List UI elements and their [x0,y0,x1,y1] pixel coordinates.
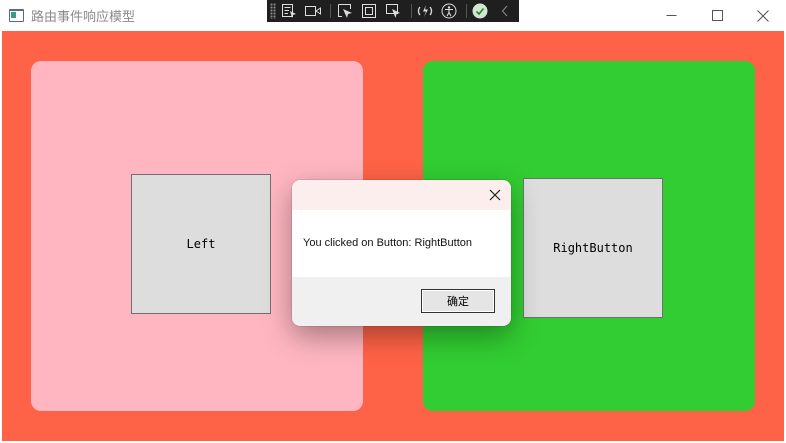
toolbar-grip[interactable] [270,3,276,19]
right-button-label: RightButton [553,241,633,255]
right-button[interactable]: RightButton [523,178,663,318]
select-pointer-button[interactable] [334,0,354,22]
left-button-label: Left [186,237,216,251]
dialog-close-button[interactable] [487,187,503,203]
debug-toolbar [267,0,519,22]
accessibility-button[interactable] [439,0,459,22]
select-element-button[interactable] [279,0,299,22]
toolbar-separator [330,4,332,18]
hot-reload-button[interactable] [414,0,434,22]
toolbar-separator [410,4,412,18]
window-title: 路由事件响应模型 [31,10,136,25]
status-check-button[interactable] [470,0,490,22]
collapse-chevron-icon [501,5,508,17]
track-focus-icon [386,4,401,18]
toolbar-separator [466,4,468,18]
minimize-button[interactable] [648,0,694,31]
dialog-body: You clicked on Button: RightButton [292,210,511,277]
title-bar: 路由事件响应模型 [0,0,786,31]
accessibility-icon [441,3,457,19]
select-pointer-icon [337,4,352,18]
ok-button[interactable]: 确定 [421,289,495,313]
ok-button-label: 确定 [447,295,469,308]
left-button[interactable]: Left [131,174,271,314]
message-box-dialog: You clicked on Button: RightButton 确定 [292,180,511,326]
minimize-icon [666,15,676,16]
close-icon [489,189,501,201]
record-button[interactable] [303,0,323,22]
hot-reload-icon [417,5,432,17]
select-element-icon [281,4,296,18]
dialog-title-bar [292,180,511,210]
close-button[interactable] [740,0,786,31]
app-window: 路由事件响应模型 Left RightButton You clicked on… [0,0,786,443]
maximize-button[interactable] [694,0,740,31]
dialog-message: You clicked on Button: RightButton [303,237,472,249]
display-layout-button[interactable] [359,0,379,22]
track-focus-button[interactable] [383,0,403,22]
collapse-toolbar-button[interactable] [495,0,515,22]
checkmark-icon [472,3,488,19]
display-layout-icon [361,4,376,18]
maximize-icon [711,10,723,21]
video-icon [305,6,322,16]
app-icon [9,9,24,22]
close-icon [757,9,769,22]
